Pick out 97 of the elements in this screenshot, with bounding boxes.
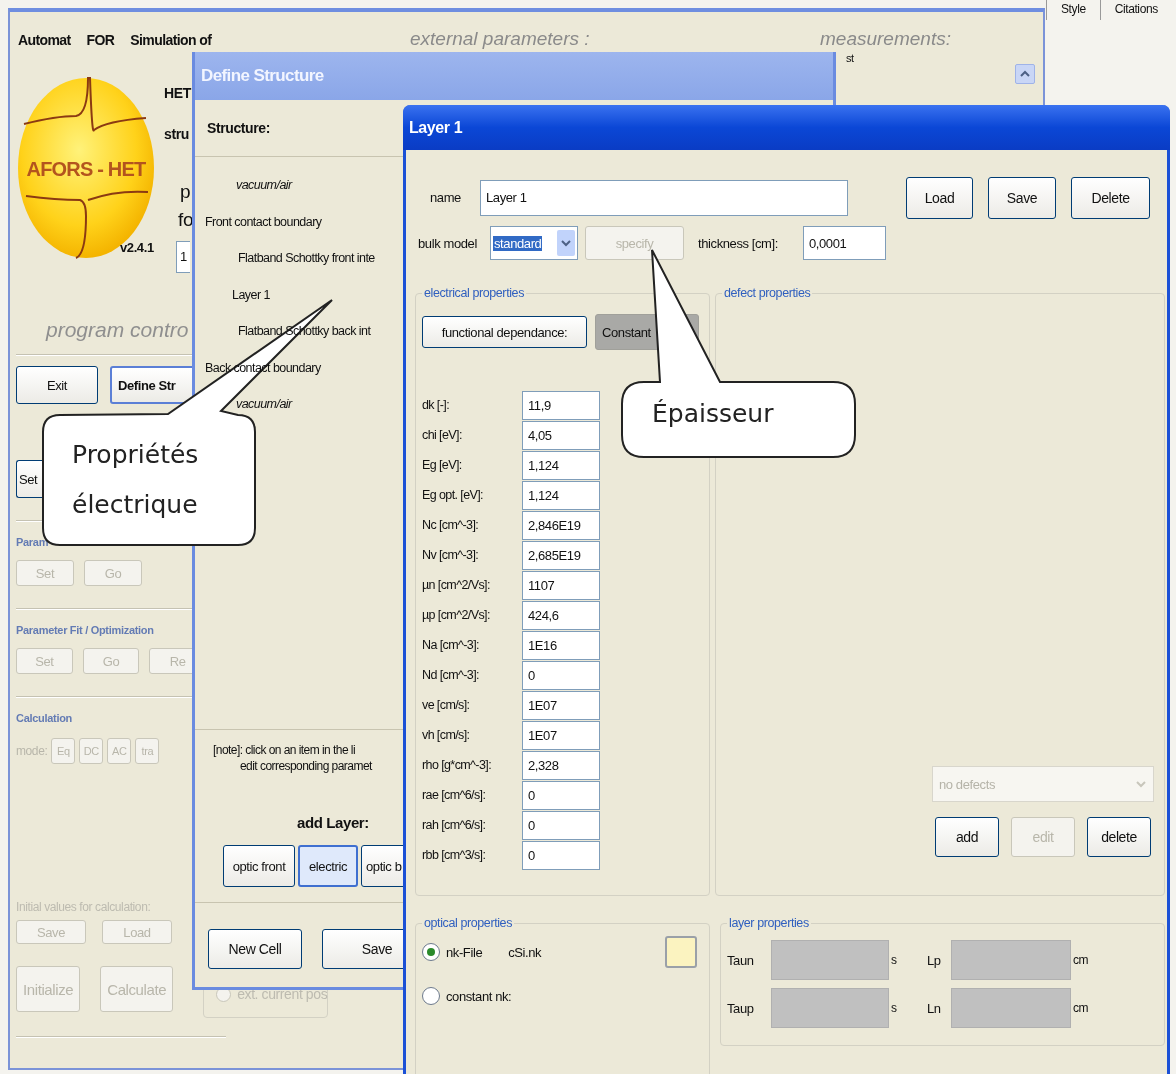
app-heading: FOR [86, 32, 115, 50]
group-title: optical properties [423, 916, 513, 930]
parameter-field[interactable]: 1,124 [522, 450, 600, 480]
section-label: measurements: [820, 28, 952, 50]
file-name: cSi.nk [508, 944, 543, 960]
radio-button[interactable] [422, 943, 440, 961]
subtitle-text: HET [164, 84, 193, 102]
browse-button[interactable] [665, 936, 697, 968]
tree-item[interactable]: vacuum/air [236, 178, 292, 192]
field-label: Eg opt. [eV]: [422, 488, 484, 502]
mode-button[interactable]: functional dependance: [422, 316, 587, 348]
tree-item[interactable]: Flatband Schottky front inte [238, 251, 375, 265]
section-label: Calculation [16, 712, 73, 724]
section-label: Parameter Fit / Optimization [16, 624, 155, 636]
field-label: rae [cm^6/s]: [422, 788, 487, 802]
window-title: Define Structure [195, 52, 833, 100]
tree-item[interactable]: vacuum/air [236, 397, 292, 411]
field-label: vh [cm/s]: [422, 728, 471, 742]
description-text: p [180, 181, 192, 203]
parameter-field[interactable]: 1E07 [522, 690, 600, 720]
button[interactable]: Delete [1071, 176, 1150, 219]
scroll-up-button[interactable] [1015, 64, 1035, 84]
parameter-field[interactable]: 4,05 [522, 420, 600, 450]
button[interactable]: Save [988, 176, 1056, 219]
field-label: Taun [727, 952, 755, 968]
field-label: bulk model [418, 235, 478, 251]
button[interactable]: New Cell [208, 929, 302, 969]
group-title: defect properties [723, 286, 812, 300]
field-label: ve [cm/s]: [422, 698, 471, 712]
subtitle-text: stru [164, 125, 190, 143]
field-label: Nv [cm^-3]: [422, 548, 480, 562]
parameter-field[interactable]: 1107 [522, 570, 600, 600]
parameter-field[interactable]: 0 [522, 660, 600, 690]
set-button[interactable]: Set [16, 460, 42, 498]
radio-button[interactable] [422, 987, 440, 1005]
field-label: Eg [eV]: [422, 458, 463, 472]
add-layer-button[interactable]: electric [298, 845, 358, 887]
window-title: Layer 1 [403, 105, 1170, 150]
thickness-field[interactable]: 0,0001 [803, 226, 886, 260]
callout-text: Épaisseur [652, 398, 774, 430]
app-heading: Automat [18, 32, 71, 50]
input-field[interactable]: 1 [176, 241, 190, 273]
field-label: rah [cm^6/s]: [422, 818, 487, 832]
tree-item[interactable]: Layer 1 [232, 287, 270, 302]
field-label: name [429, 190, 462, 205]
section-label: external parameters : [409, 27, 591, 51]
chevron-up-icon [1020, 70, 1030, 78]
chevron-down-icon [1135, 779, 1147, 789]
group-title: layer properties [728, 916, 810, 930]
parameter-field[interactable]: 424,6 [522, 600, 600, 630]
parameter-field[interactable]: 11,9 [522, 390, 600, 420]
field-label: Ln [927, 1000, 942, 1016]
list-text: st [846, 52, 854, 64]
parameter-field[interactable]: 0 [522, 780, 600, 810]
section-label: program contro [46, 318, 190, 342]
note-text: [note]: click on an item in the li [213, 742, 356, 758]
parameter-field[interactable]: 1E07 [522, 720, 600, 750]
field-label: Taup [727, 1000, 755, 1016]
button[interactable]: Load [906, 176, 973, 219]
section-label: Param [16, 536, 50, 548]
add-layer-button[interactable]: optic front [223, 845, 295, 887]
chevron-down-icon [557, 230, 575, 256]
parameter-field[interactable]: 2,846E19 [522, 510, 600, 540]
field-label: chi [eV]: [422, 428, 463, 442]
exit-button[interactable]: Exit [16, 366, 98, 404]
field-label: rho [g*cm^-3]: [422, 758, 493, 772]
section-label: add Layer: [297, 814, 369, 831]
field-label: Nc [cm^-3]: [422, 518, 480, 532]
field-label: Lp [927, 952, 942, 968]
version-label: v2.4.1 [120, 240, 154, 255]
group-title: electrical properties [423, 286, 525, 300]
callout-text: Propriétés électrique [72, 439, 200, 521]
field-label: µp [cm^2/Vs]: [422, 608, 491, 622]
unit-label: cm [1072, 953, 1090, 967]
logo-text: AFORS - HET [25, 158, 147, 181]
tree-item[interactable]: Front contact boundary [205, 214, 322, 229]
button[interactable]: delete [1087, 817, 1151, 857]
parameter-field[interactable]: 0 [522, 840, 600, 870]
field-label: µn [cm^2/Vs]: [422, 578, 491, 592]
parameter-field[interactable]: 2,685E19 [522, 540, 600, 570]
parameter-field[interactable]: 2,328 [522, 750, 600, 780]
radio-label: nk-File [446, 944, 483, 960]
bulk-model-select[interactable]: standard [490, 226, 578, 260]
name-field[interactable]: Layer 1 [480, 179, 848, 216]
unit-label: cm [1072, 1001, 1090, 1015]
button[interactable]: add [935, 817, 999, 857]
parameter-field[interactable]: 1,124 [522, 480, 600, 510]
radio-label: constant nk: [446, 988, 512, 1004]
unit-label: s [890, 1001, 898, 1015]
field-label: Na [cm^-3]: [422, 638, 480, 652]
parameter-field[interactable]: 0 [522, 810, 600, 840]
parameter-field[interactable]: 1E16 [522, 630, 600, 660]
unit-label: s [890, 953, 898, 967]
note-text: edit corresponding paramet [240, 758, 372, 774]
field-label: thickness [cm]: [698, 235, 779, 251]
field-label: Nd [cm^-3]: [422, 668, 480, 682]
field-label: dk [-]: [422, 398, 451, 412]
